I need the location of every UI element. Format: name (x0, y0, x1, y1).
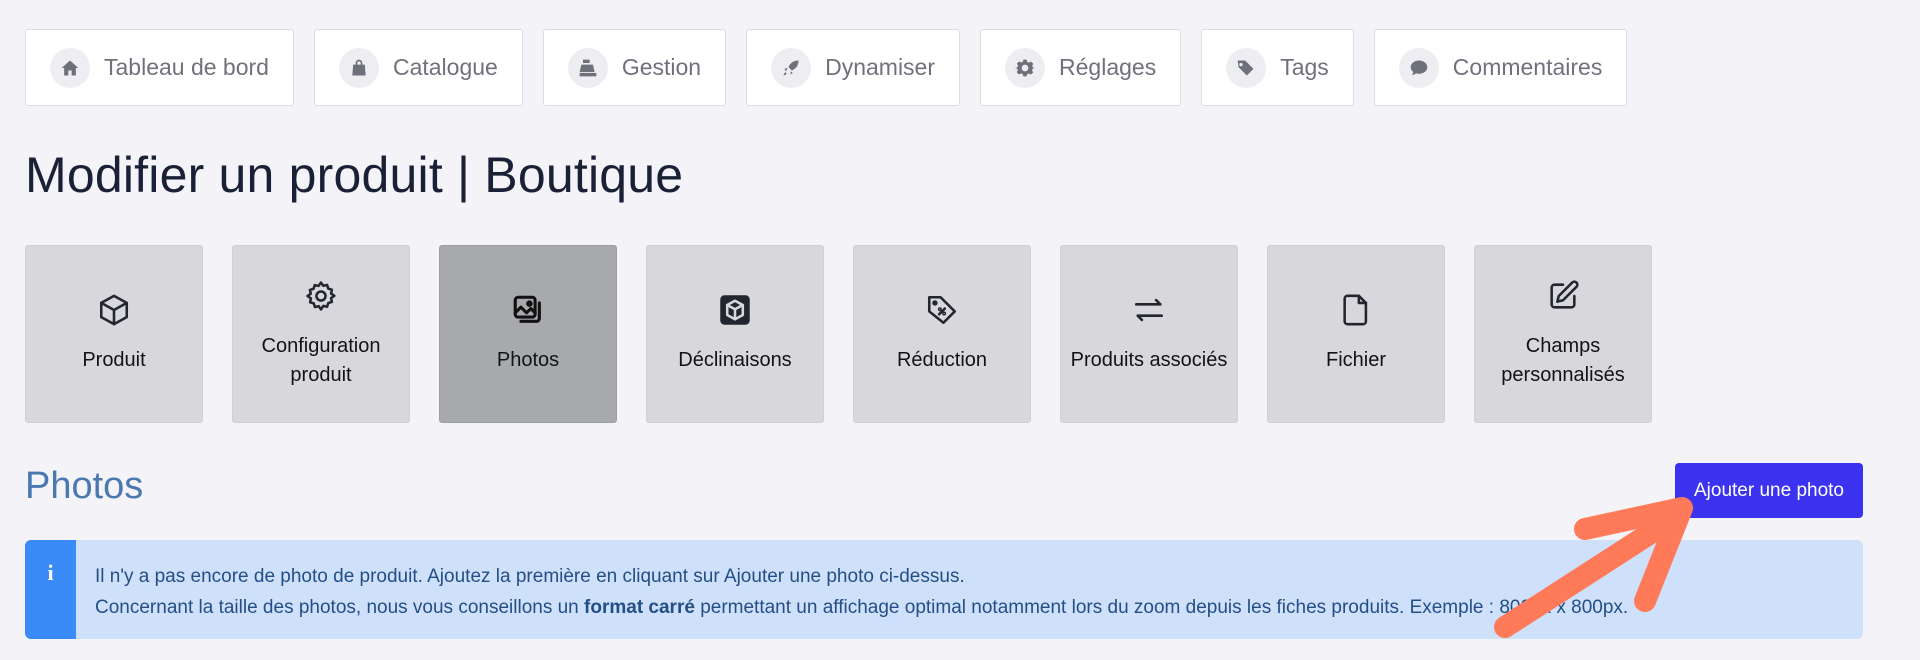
edit-icon (1546, 279, 1580, 318)
tab-configuration-produit[interactable]: Configuration produit (232, 245, 410, 423)
shopping-bag-icon (338, 47, 379, 88)
info-line-2-bold: format carré (584, 597, 695, 618)
nav-label: Tags (1280, 54, 1329, 80)
home-icon (50, 47, 90, 88)
nav-label: Gestion (621, 54, 702, 80)
nav-gestion[interactable]: Gestion (542, 29, 727, 106)
nav-label: Réglages (1059, 54, 1157, 80)
tab-produits-associes[interactable]: Produits associés (1060, 245, 1238, 423)
tab-label: Déclinaisons (678, 349, 792, 371)
tab-label: Photos (496, 349, 560, 371)
info-icon: i (25, 540, 76, 639)
info-line-2: Concernant la taille des photos, nous vo… (95, 592, 1628, 623)
swap-arrows-icon (1132, 293, 1166, 332)
tab-label: Champs personnalisés (1501, 334, 1625, 386)
nav-label: Tableau de bord (104, 54, 269, 80)
rocket-icon (771, 47, 812, 88)
info-line-2-start: Concernant la taille des photos, nous vo… (95, 597, 585, 618)
cube-box-icon (718, 293, 752, 332)
nav-dynamiser[interactable]: Dynamiser (746, 29, 961, 106)
tab-fichier[interactable]: Fichier (1267, 245, 1445, 423)
tab-label: Fichier (1325, 349, 1386, 371)
nav-reglages[interactable]: Réglages (980, 29, 1182, 106)
comment-icon (1398, 47, 1439, 88)
add-photo-button[interactable]: Ajouter une photo (1675, 463, 1863, 518)
photos-section-title: Photos (25, 465, 144, 507)
info-icon-glyph: i (47, 560, 54, 585)
file-icon (1339, 293, 1373, 332)
tab-declinaisons[interactable]: Déclinaisons (646, 245, 824, 423)
nav-label: Dynamiser (825, 54, 936, 80)
info-line-2-end: permettant un affichage optimal notammen… (694, 597, 1629, 618)
tab-label: Configuration produit (261, 334, 381, 386)
product-tabs: Produit Configuration produit Photos Déc… (25, 245, 1652, 423)
info-line-1: Il n'y a pas encore de photo de produit.… (95, 566, 965, 587)
nav-label: Catalogue (392, 54, 498, 80)
tab-label: Réduction (896, 349, 988, 371)
tab-label: Produits associés (1070, 349, 1228, 371)
tab-photos[interactable]: Photos (439, 245, 617, 423)
info-message: Il n'y a pas encore de photo de produit.… (76, 540, 1628, 639)
cash-register-icon (567, 47, 608, 88)
nav-tags[interactable]: Tags (1201, 29, 1354, 106)
nav-catalogue[interactable]: Catalogue (313, 29, 523, 106)
tags-icon (1226, 47, 1267, 88)
gear-icon (1005, 47, 1046, 88)
gear-icon (304, 279, 338, 318)
nav-label: Commentaires (1452, 54, 1603, 80)
page-title: Modifier un produit | Boutique (25, 147, 684, 203)
tab-reduction[interactable]: Réduction (853, 245, 1031, 423)
top-nav: Tableau de bord Catalogue Gestion Dynami… (25, 29, 1628, 106)
info-alert: i Il n'y a pas encore de photo de produi… (25, 540, 1863, 639)
tab-champs-personnalises[interactable]: Champs personnalisés (1474, 245, 1652, 423)
photos-icon (511, 293, 545, 332)
cube-icon (97, 293, 131, 332)
nav-commentaires[interactable]: Commentaires (1373, 29, 1628, 106)
discount-tag-icon (925, 293, 959, 332)
tab-produit[interactable]: Produit (25, 245, 203, 423)
tab-label: Produit (82, 349, 146, 371)
nav-tableau-de-bord[interactable]: Tableau de bord (25, 29, 294, 106)
